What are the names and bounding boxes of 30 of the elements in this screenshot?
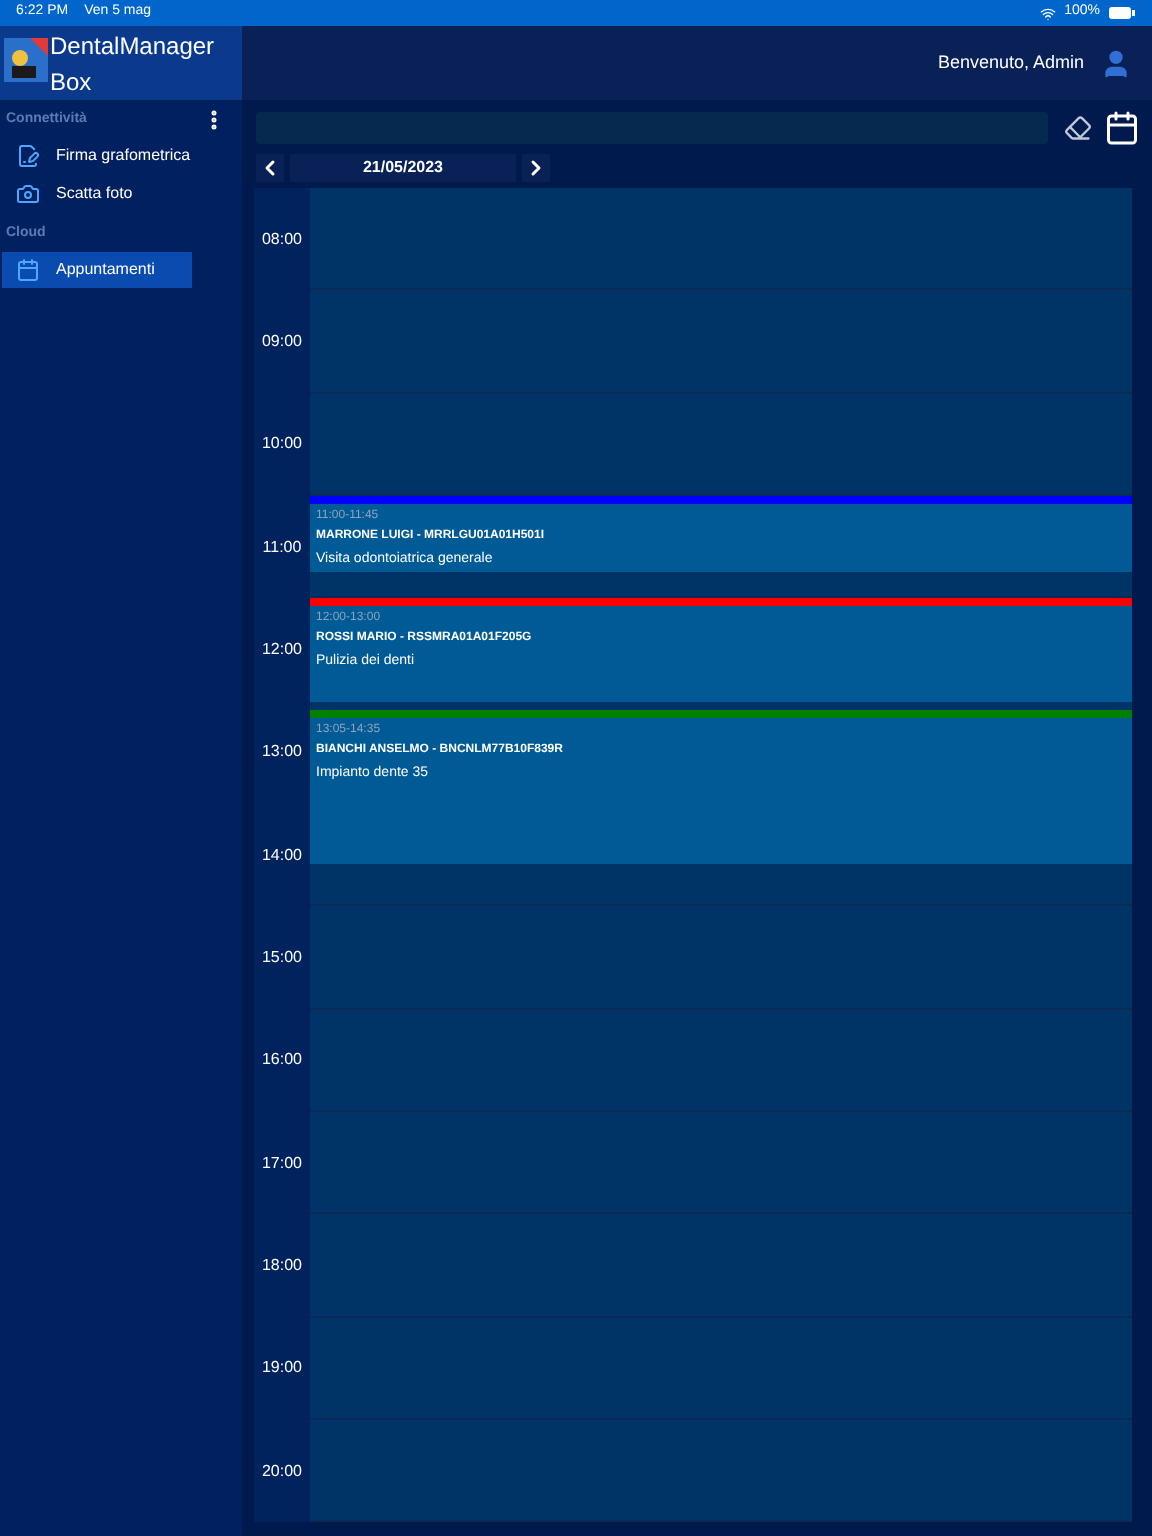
hour-label: 20:00 [261, 1459, 303, 1484]
hour-label: 12:00 [261, 637, 303, 662]
battery-icon [1108, 6, 1136, 20]
hour-label: 16:00 [261, 1048, 303, 1073]
user-icon[interactable] [1100, 47, 1132, 79]
hour-label: 13:00 [261, 740, 303, 765]
document-icon [16, 144, 40, 168]
next-button[interactable] [522, 154, 550, 182]
hour-label: 11:00 [262, 535, 302, 560]
hour-label: 08:00 [261, 227, 303, 252]
app-title: DentalManager Box [50, 29, 210, 99]
camera-icon [16, 182, 40, 206]
hour-label: 10:00 [261, 432, 303, 457]
calendar-icon[interactable] [1104, 110, 1140, 146]
hour-label: 14:00 [261, 843, 303, 868]
sidebar-item[interactable]: Appuntamenti [2, 252, 192, 288]
eraser-icon[interactable] [1064, 114, 1092, 142]
hour-label: 17:00 [261, 1151, 303, 1176]
welcome-text: Benvenuto, Admin [937, 49, 1084, 76]
hour-label: 09:00 [261, 329, 303, 354]
hour-label: 18:00 [261, 1253, 303, 1278]
date-display: 21/05/2023 [290, 154, 516, 182]
sidebar-item[interactable]: Firma grafometrica [2, 138, 192, 174]
calendar-icon [16, 258, 40, 282]
wifi-icon [1040, 5, 1057, 21]
logo-icon [4, 38, 48, 82]
sidebar-item[interactable]: Scatta foto [2, 176, 192, 212]
hour-label: 15:00 [261, 945, 303, 970]
previous-button[interactable] [256, 154, 284, 182]
hour-label: 19:00 [261, 1356, 303, 1381]
